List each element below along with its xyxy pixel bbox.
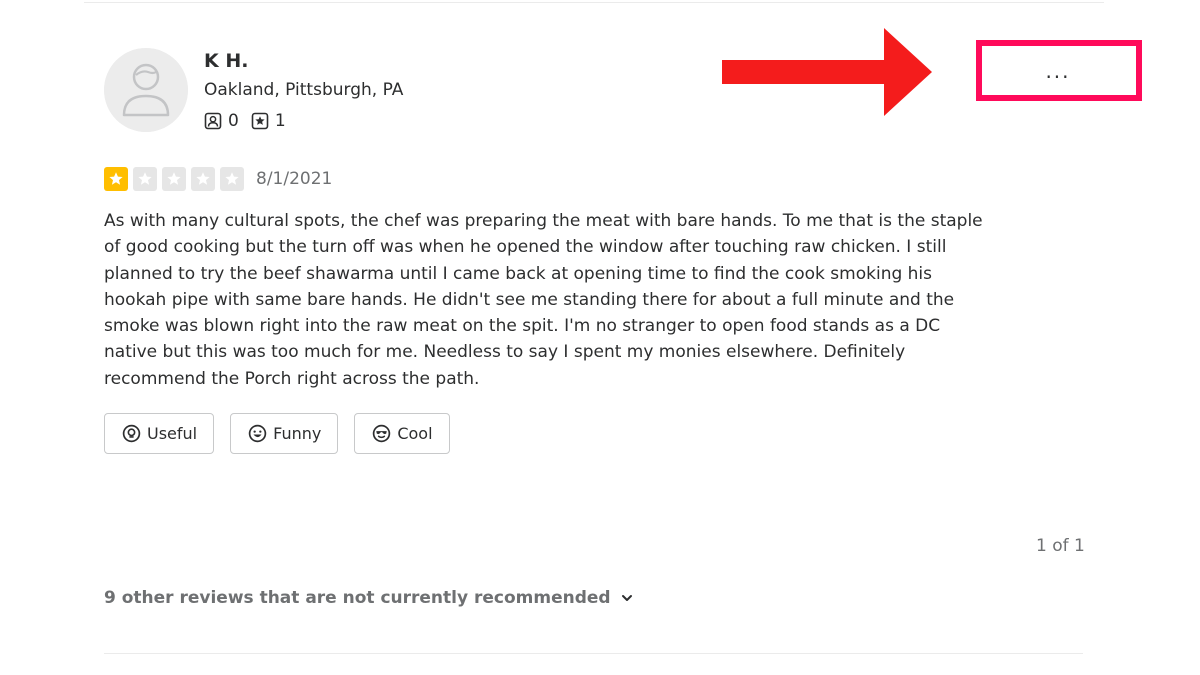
useful-button[interactable]: Useful [104, 413, 215, 454]
review-date: 8/1/2021 [256, 169, 333, 189]
reaction-buttons: Useful Funny Cool [104, 413, 466, 454]
reviews-star-icon [251, 112, 269, 130]
star-icon [196, 172, 210, 185]
reviewer-name[interactable]: K H. [204, 50, 248, 72]
more-options-button[interactable]: ... [1030, 58, 1086, 84]
sunglasses-icon [373, 424, 391, 443]
star-icon [138, 172, 152, 185]
rating-star-4 [191, 167, 215, 191]
top-divider [84, 2, 1104, 3]
rating-star-3 [162, 167, 186, 191]
cool-button[interactable]: Cool [354, 413, 450, 454]
star-icon [109, 172, 123, 185]
reviews-stat: 1 [251, 111, 286, 131]
star-icon [167, 172, 181, 185]
rating-star-2 [133, 167, 157, 191]
cool-label: Cool [397, 424, 433, 443]
friends-stat: 0 [204, 111, 239, 131]
star-rating [104, 167, 249, 191]
funny-label: Funny [273, 424, 322, 443]
not-recommended-label: 9 other reviews that are not currently r… [104, 588, 611, 608]
rating-star-5 [220, 167, 244, 191]
chevron-down-icon [621, 595, 632, 601]
red-arrow-annotation [722, 28, 932, 116]
smile-icon [248, 424, 267, 443]
lightbulb-icon [122, 424, 141, 443]
rating-star-1 [104, 167, 128, 191]
review-text: As with many cultural spots, the chef wa… [104, 211, 983, 389]
reviewer-location: Oakland, Pittsburgh, PA [204, 80, 404, 100]
friends-icon [204, 112, 222, 130]
user-avatar[interactable] [104, 48, 188, 132]
funny-button[interactable]: Funny [230, 413, 339, 454]
bottom-divider [104, 653, 1083, 654]
useful-label: Useful [147, 424, 198, 443]
reviewer-stats: 0 1 [204, 111, 298, 131]
reviews-count: 1 [274, 111, 286, 131]
friends-count: 0 [228, 111, 239, 131]
not-recommended-reviews-link[interactable]: 9 other reviews that are not currently r… [104, 588, 635, 608]
star-icon [225, 172, 239, 185]
default-user-avatar-icon [104, 48, 188, 132]
pagination-indicator: 1 of 1 [1036, 536, 1085, 556]
